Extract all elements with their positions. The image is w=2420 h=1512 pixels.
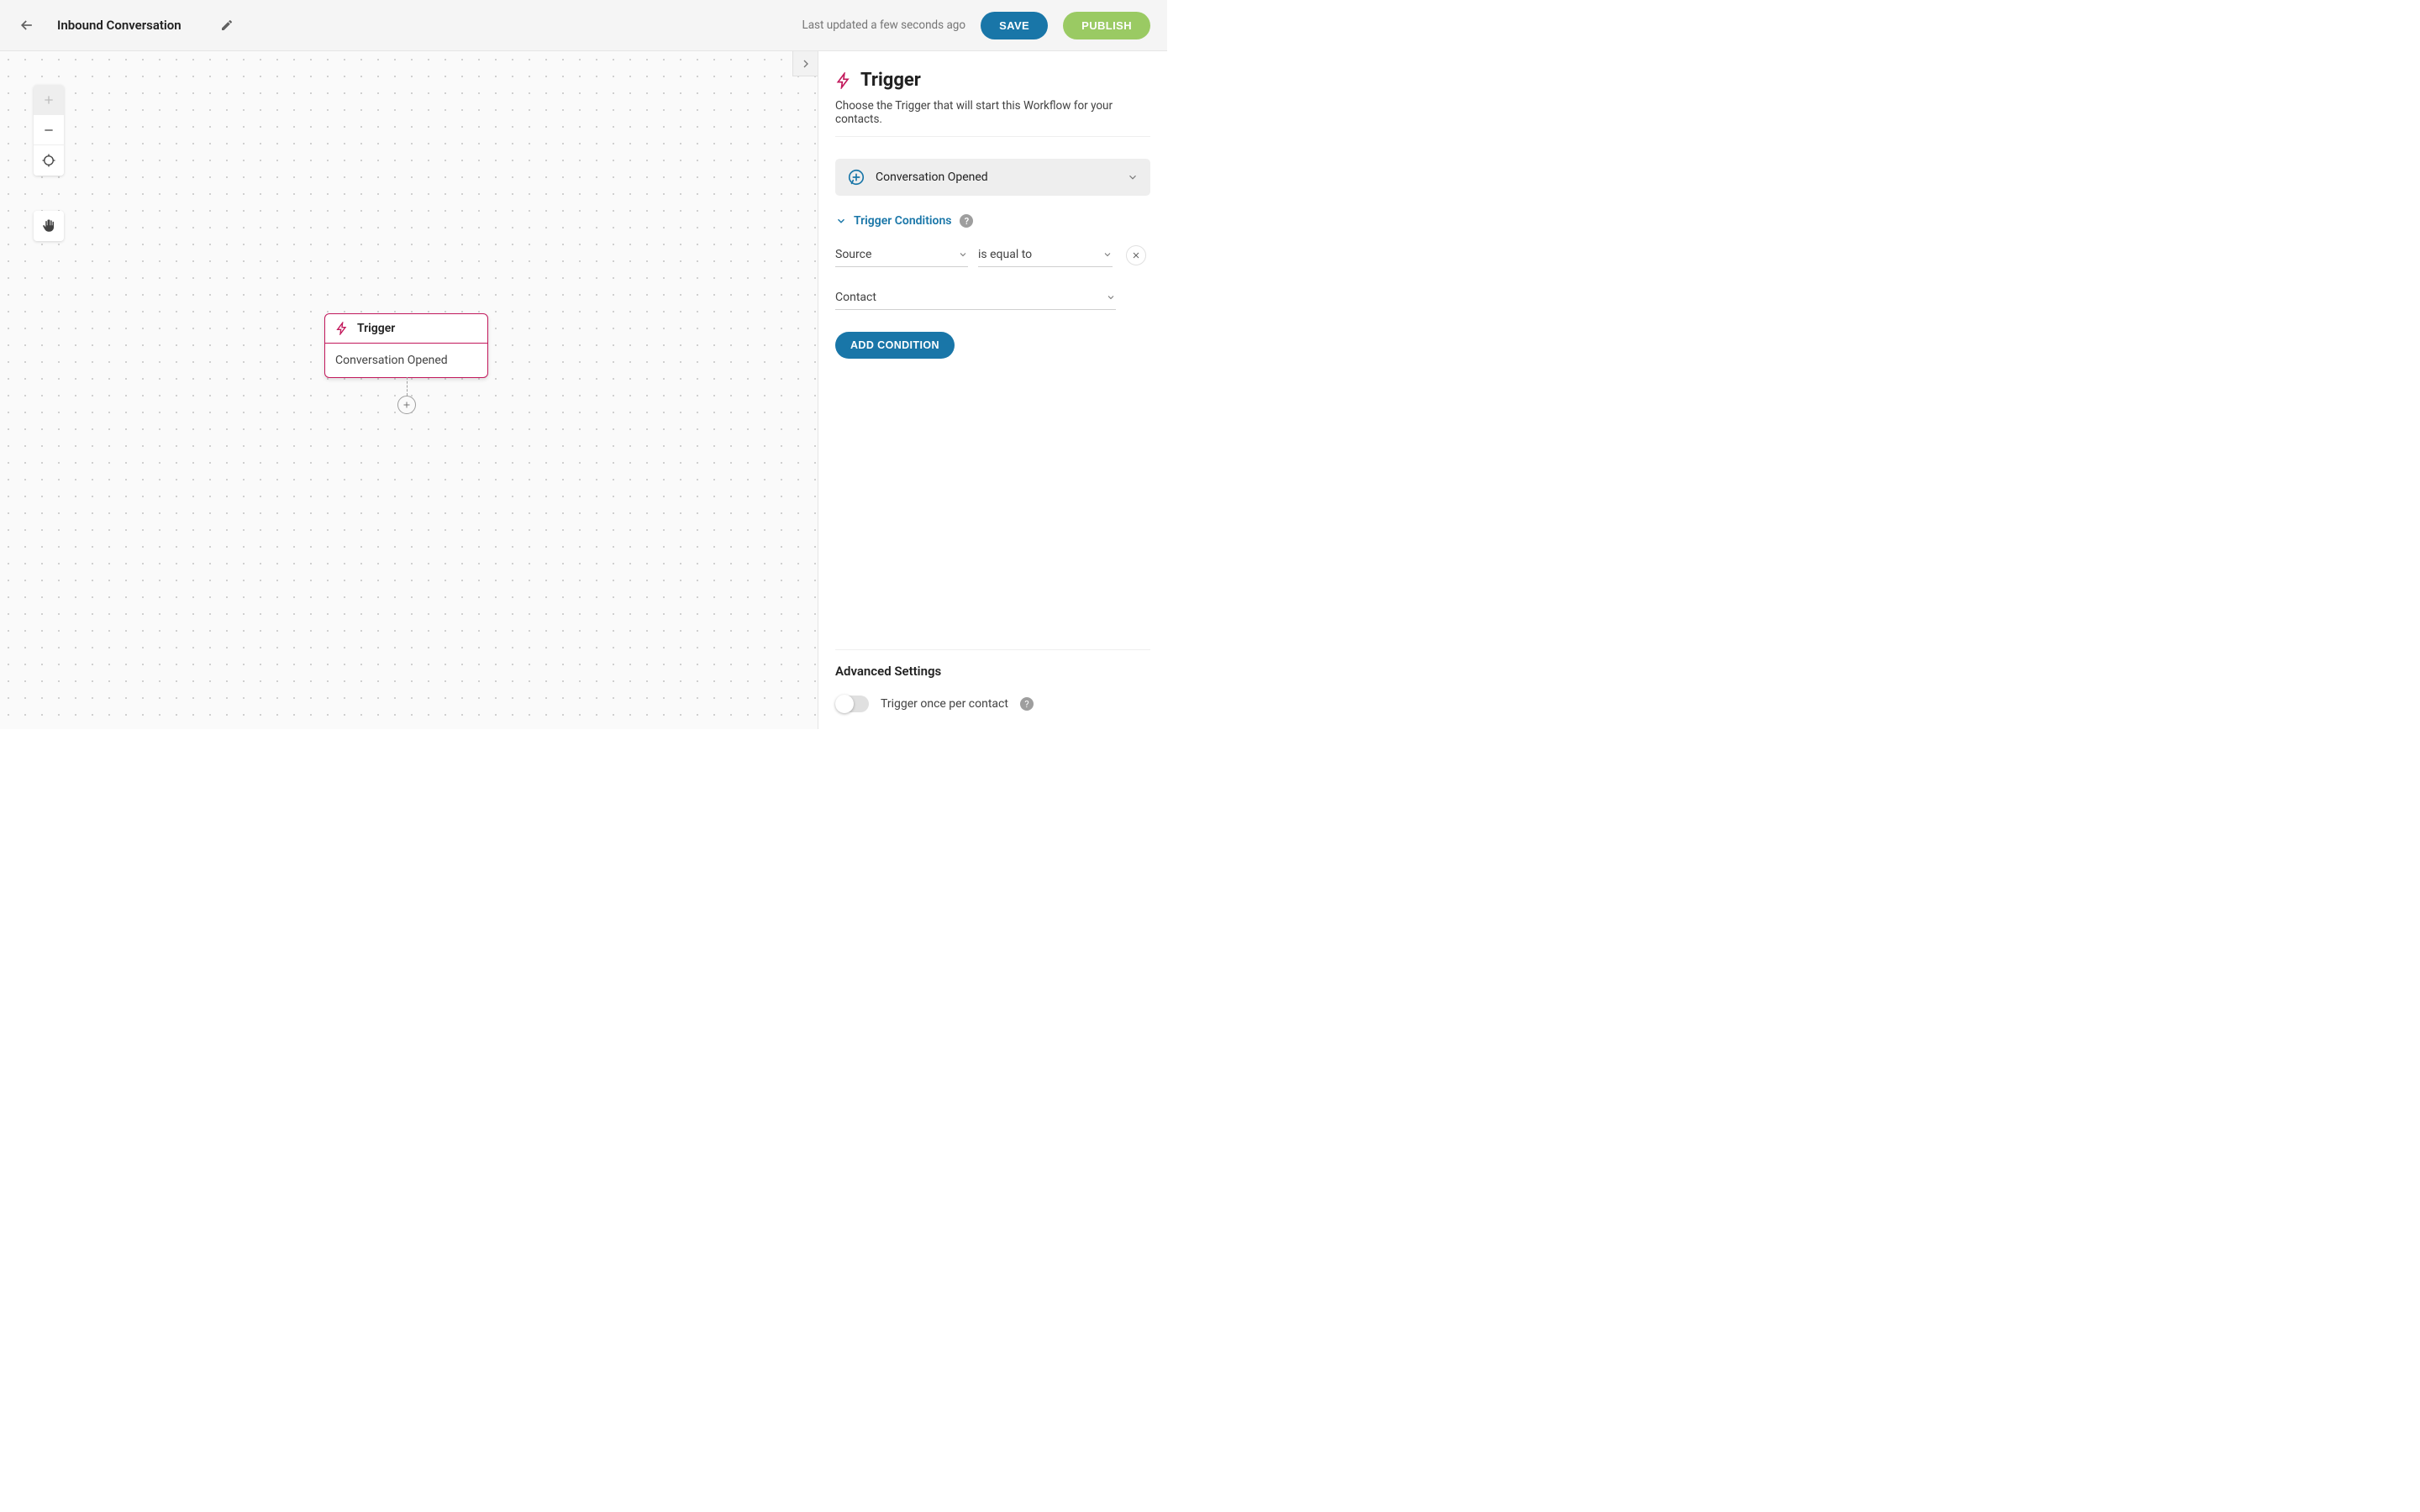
zoom-controls [34, 85, 64, 176]
trigger-conditions-toggle[interactable]: Trigger Conditions ? [835, 214, 1150, 228]
footer-divider [835, 649, 1150, 650]
trigger-node-header: Trigger [325, 314, 487, 344]
zoom-out-button[interactable] [34, 115, 64, 145]
chevron-down-icon [1102, 249, 1113, 260]
conversation-opened-icon [847, 168, 865, 186]
condition-field-select[interactable]: Source [835, 243, 968, 267]
add-condition-button[interactable]: ADD CONDITION [835, 332, 955, 359]
minus-icon [42, 123, 55, 137]
plus-icon [402, 400, 412, 410]
edit-title-button[interactable] [217, 15, 237, 35]
condition-row-line1: Source is equal to [835, 243, 1150, 267]
lightning-icon [335, 322, 349, 335]
remove-condition-button[interactable] [1126, 245, 1146, 265]
save-button[interactable]: SAVE [981, 12, 1048, 39]
hand-icon [41, 218, 56, 234]
trigger-type-label: Conversation Opened [876, 171, 988, 184]
condition-field-value: Source [835, 248, 871, 261]
workflow-canvas[interactable]: Trigger Conversation Opened [0, 51, 818, 729]
recenter-button[interactable] [34, 145, 64, 176]
panel-title: Trigger [860, 70, 921, 91]
condition-value-select[interactable]: Contact [835, 286, 1116, 310]
back-button[interactable] [17, 15, 37, 35]
pencil-icon [220, 18, 234, 32]
help-icon[interactable]: ? [960, 214, 973, 228]
chevron-down-icon [1127, 171, 1139, 183]
add-step-button[interactable] [397, 396, 416, 414]
header-left: Inbound Conversation [17, 15, 237, 35]
advanced-settings-title: Advanced Settings [835, 664, 1150, 679]
plus-icon [42, 93, 55, 107]
chevron-down-icon [1106, 292, 1116, 302]
condition-value-value: Contact [835, 291, 876, 304]
zoom-in-button[interactable] [34, 85, 64, 115]
condition-row: Source is equal to Contact [835, 243, 1150, 310]
chevron-down-icon [958, 249, 968, 260]
lightning-icon [835, 72, 852, 89]
chevron-right-icon [799, 57, 813, 71]
trigger-once-label: Trigger once per contact [881, 697, 1008, 711]
help-icon[interactable]: ? [1020, 697, 1034, 711]
publish-button[interactable]: PUBLISH [1063, 12, 1150, 39]
toggle-knob [835, 695, 854, 713]
trigger-panel: Trigger Choose the Trigger that will sta… [818, 51, 1167, 729]
page-title: Inbound Conversation [57, 18, 182, 33]
main-area: Trigger Conversation Opened Trigger Choo… [0, 51, 1167, 729]
last-updated-text: Last updated a few seconds ago [802, 18, 965, 32]
header-right: Last updated a few seconds ago SAVE PUBL… [802, 12, 1150, 39]
app-header: Inbound Conversation Last updated a few … [0, 0, 1167, 51]
trigger-once-toggle[interactable] [835, 696, 869, 712]
panel-footer: Advanced Settings Trigger once per conta… [835, 649, 1150, 712]
condition-row-line2: Contact [835, 286, 1150, 310]
close-icon [1131, 250, 1141, 260]
trigger-node-body: Conversation Opened [325, 344, 487, 377]
trigger-node-title: Trigger [357, 322, 395, 335]
trigger-node[interactable]: Trigger Conversation Opened [324, 313, 488, 378]
node-connector-line [407, 377, 408, 396]
condition-operator-select[interactable]: is equal to [978, 243, 1113, 267]
collapse-panel-handle[interactable] [792, 51, 818, 76]
crosshair-icon [41, 153, 56, 168]
pan-tool-button[interactable] [34, 211, 64, 241]
condition-operator-value: is equal to [978, 248, 1032, 261]
panel-header: Trigger [835, 70, 1150, 91]
chevron-down-icon [835, 215, 847, 227]
panel-divider [835, 136, 1150, 137]
trigger-conditions-label: Trigger Conditions [854, 214, 951, 228]
panel-description: Choose the Trigger that will start this … [835, 99, 1150, 126]
trigger-once-row: Trigger once per contact ? [835, 696, 1150, 712]
trigger-type-selector[interactable]: Conversation Opened [835, 159, 1150, 196]
arrow-left-icon [18, 17, 35, 34]
